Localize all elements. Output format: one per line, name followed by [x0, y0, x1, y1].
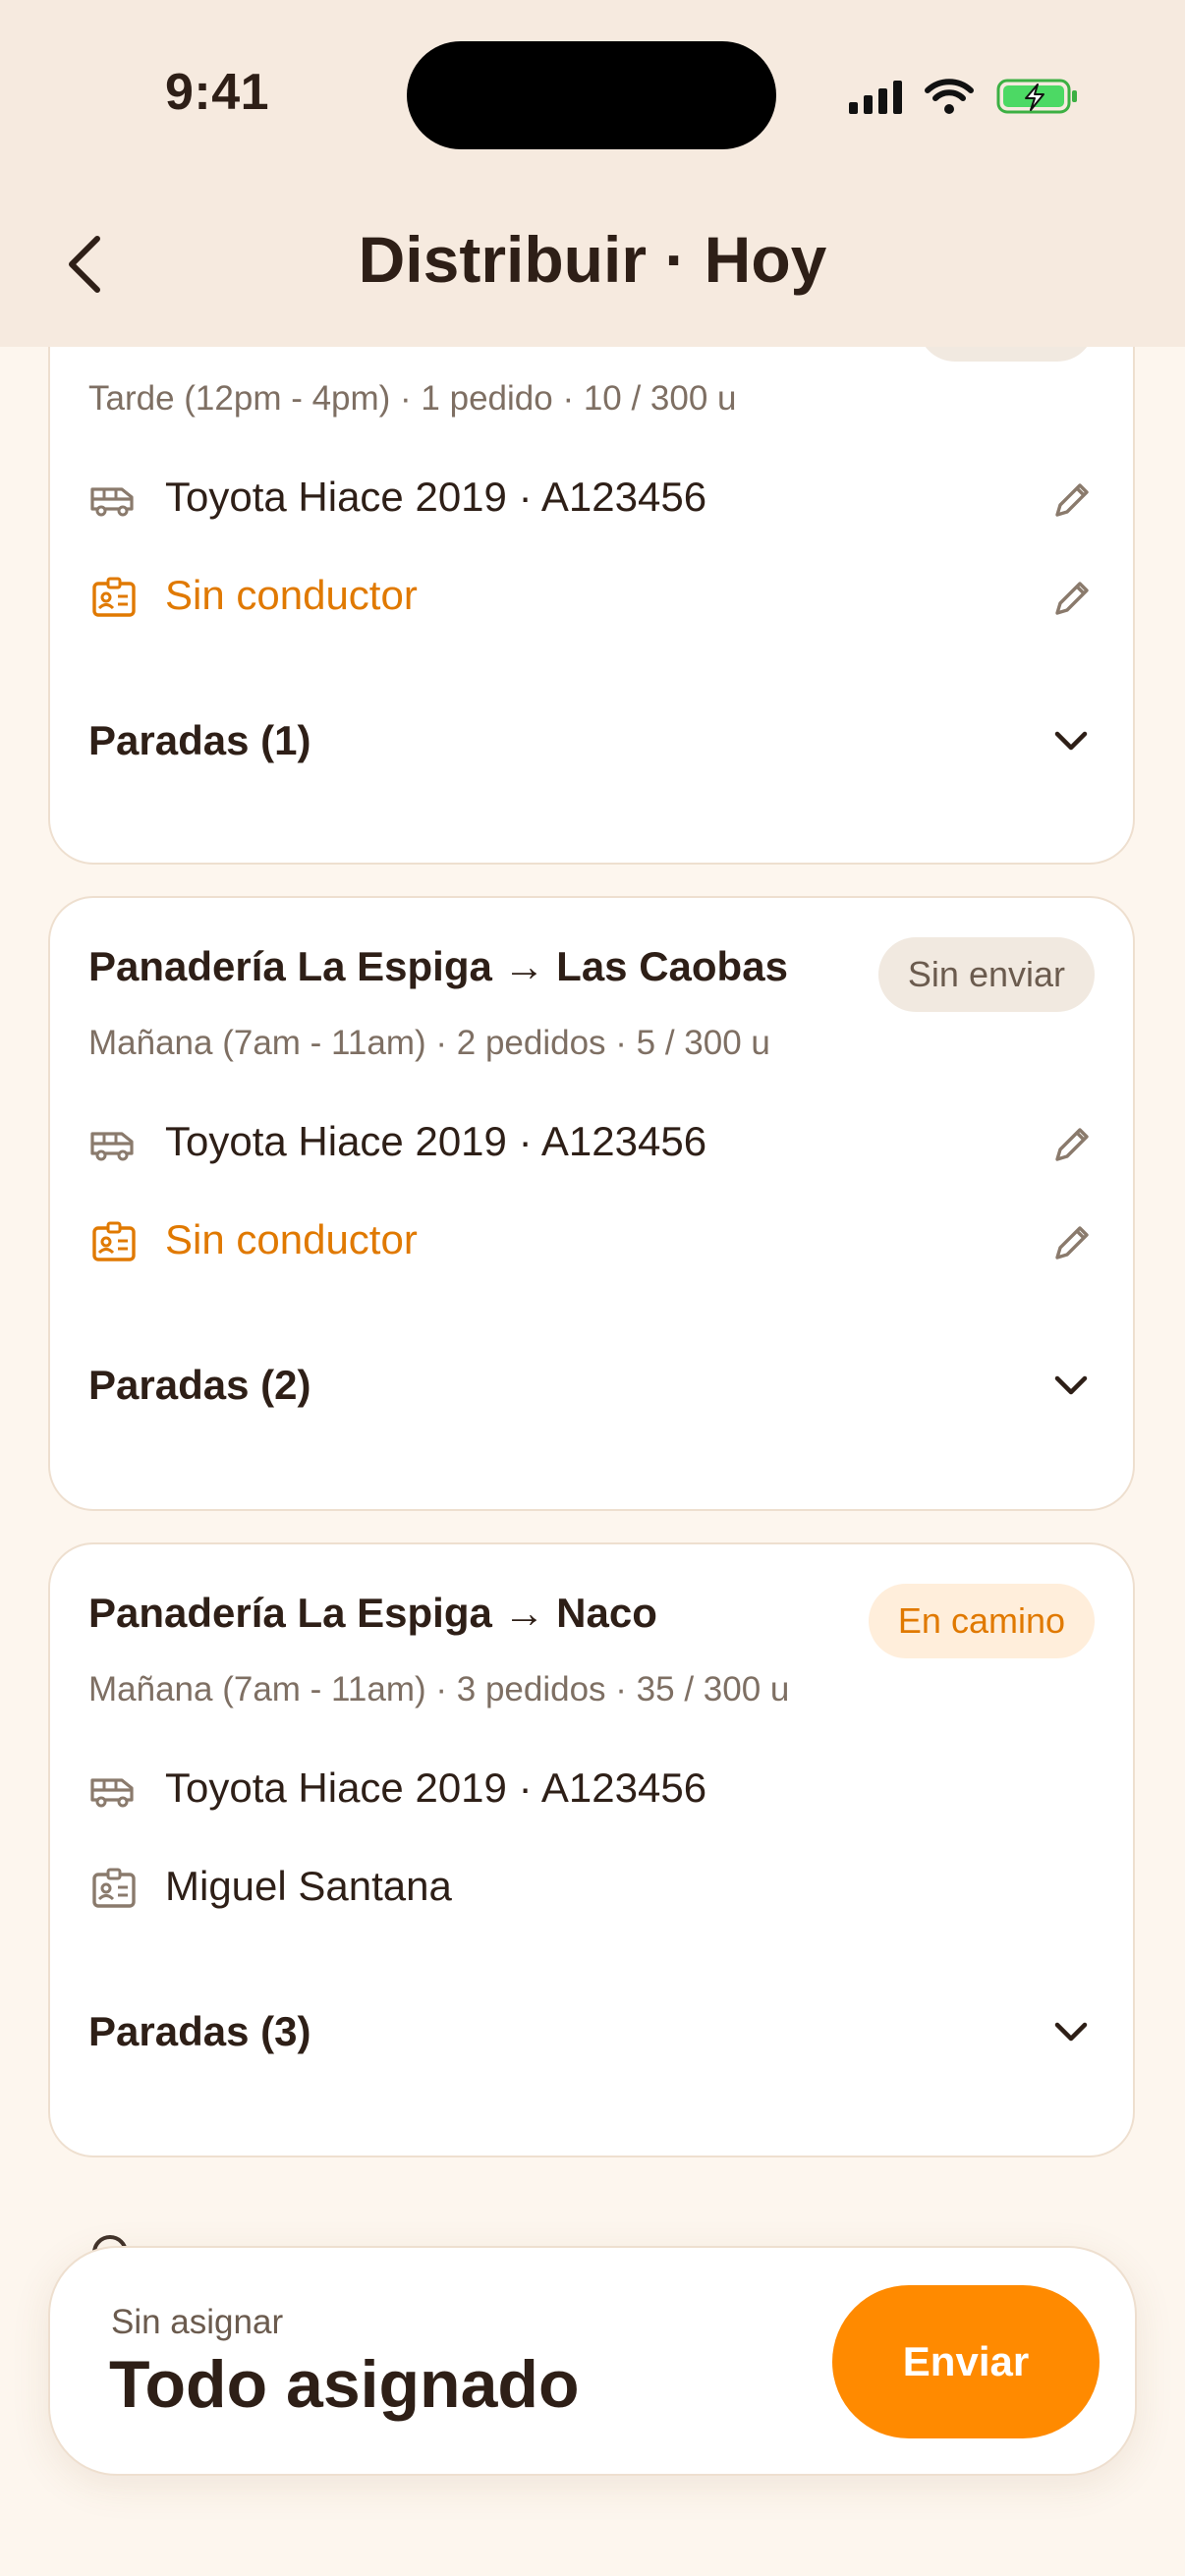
- status-time: 9:41: [165, 64, 270, 121]
- route-title: Panadería La Espiga → Naco: [88, 1590, 657, 1636]
- vehicle-label: Toyota Hiace 2019 · A123456: [165, 1118, 707, 1164]
- route-card[interactable]: Panadería La Espiga → Las Caobas Sin env…: [48, 896, 1135, 1511]
- driver-row: Sin conductor: [88, 1212, 1099, 1271]
- driver-label: Miguel Santana: [165, 1863, 452, 1909]
- chevron-down-icon: [1054, 731, 1088, 751]
- edit-vehicle-icon[interactable]: [1047, 1118, 1099, 1169]
- stops-toggle[interactable]: Paradas (3): [88, 1998, 1099, 2067]
- battery-charging-icon: [996, 79, 1077, 114]
- driver-row: Sin conductor: [88, 568, 1099, 627]
- van-icon: [90, 487, 134, 517]
- edit-driver-icon[interactable]: [1047, 572, 1099, 623]
- signal-icon: [849, 81, 902, 114]
- unassigned-label: Sin asignar: [111, 2303, 284, 2341]
- vehicle-row: Toyota Hiace 2019 · A123456: [88, 1761, 1099, 1820]
- assignment-summary: Sin asignar Todo asignado Enviar: [48, 2246, 1137, 2476]
- van-icon: [90, 1778, 134, 1808]
- driver-row: Miguel Santana: [88, 1859, 1099, 1918]
- status-badge: En camino: [868, 1584, 1095, 1658]
- route-subtitle: Tarde (12pm - 4pm) · 1 pedido · 10 / 300…: [88, 379, 737, 418]
- route-title: Panadería La Espiga → Las Caobas: [88, 943, 788, 989]
- page-title: Distribuir · Hoy: [358, 223, 827, 296]
- van-icon: [90, 1132, 134, 1161]
- driver-label: Sin conductor: [165, 572, 418, 618]
- vehicle-label: Toyota Hiace 2019 · A123456: [165, 1764, 707, 1811]
- assignment-status: Todo asignado: [109, 2347, 580, 2422]
- id-badge-icon: [92, 1868, 136, 1908]
- stops-label: Paradas (2): [88, 1362, 311, 1408]
- vehicle-row: Toyota Hiace 2019 · A123456: [88, 1114, 1099, 1173]
- stops-toggle[interactable]: Paradas (1): [88, 707, 1099, 776]
- route-card[interactable]: Panadería La Espiga → Naco En camino Mañ…: [48, 1542, 1135, 2157]
- driver-label: Sin conductor: [165, 1216, 418, 1262]
- chevron-down-icon: [1054, 1375, 1088, 1395]
- stops-toggle[interactable]: Paradas (2): [88, 1352, 1099, 1421]
- edit-vehicle-icon[interactable]: [1047, 474, 1099, 525]
- id-badge-icon: [92, 1221, 136, 1261]
- dynamic-island: [407, 41, 776, 149]
- vehicle-label: Toyota Hiace 2019 · A123456: [165, 474, 707, 520]
- id-badge-icon: [92, 577, 136, 617]
- route-subtitle: Mañana (7am - 11am) · 3 pedidos · 35 / 3…: [88, 1670, 790, 1708]
- stops-label: Paradas (1): [88, 717, 311, 763]
- app-header: 9:41 Distribuir · Hoy: [0, 0, 1185, 347]
- status-badge: Sin enviar: [877, 937, 1095, 1012]
- send-button[interactable]: Enviar: [832, 2285, 1100, 2438]
- chevron-down-icon: [1054, 2022, 1088, 2042]
- vehicle-row: Toyota Hiace 2019 · A123456: [88, 470, 1099, 529]
- route-subtitle: Mañana (7am - 11am) · 2 pedidos · 5 / 30…: [88, 1024, 770, 1062]
- edit-driver-icon[interactable]: [1047, 1216, 1099, 1267]
- wifi-icon: [925, 79, 974, 114]
- stops-label: Paradas (3): [88, 2008, 311, 2054]
